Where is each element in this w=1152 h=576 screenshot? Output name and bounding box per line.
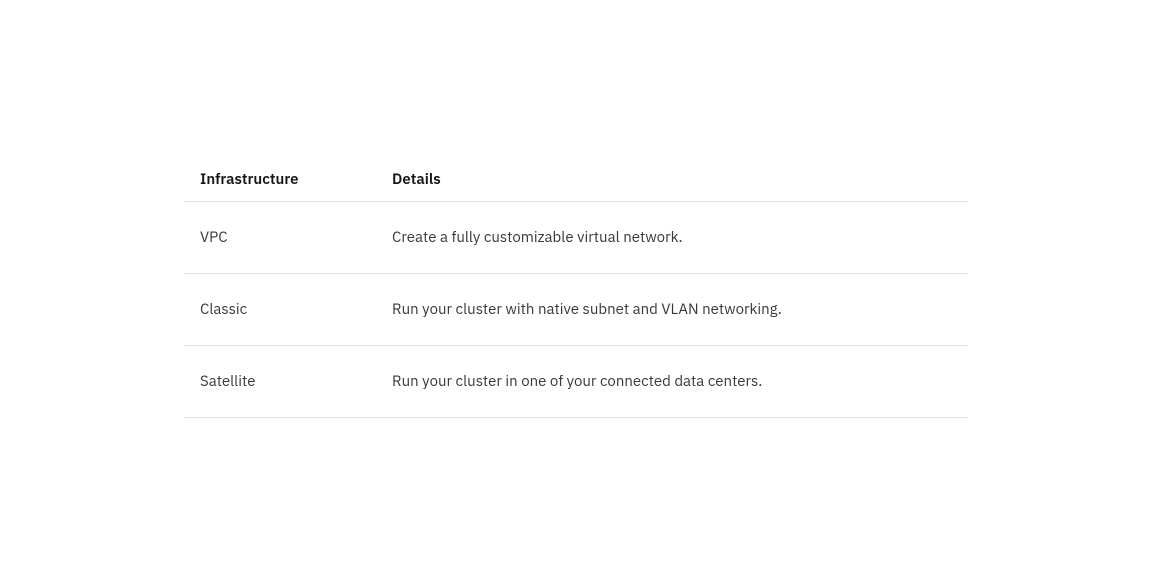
infrastructure-table: Infrastructure Details VPC Create a full… [184, 158, 968, 418]
infrastructure-table-container: Infrastructure Details VPC Create a full… [184, 158, 968, 418]
cell-infrastructure: VPC [184, 202, 376, 274]
table-row: Classic Run your cluster with native sub… [184, 274, 968, 346]
header-infrastructure: Infrastructure [184, 158, 376, 202]
cell-details: Create a fully customizable virtual netw… [376, 202, 968, 274]
table-header-row: Infrastructure Details [184, 158, 968, 202]
table-row: VPC Create a fully customizable virtual … [184, 202, 968, 274]
cell-infrastructure: Satellite [184, 346, 376, 418]
cell-infrastructure: Classic [184, 274, 376, 346]
cell-details: Run your cluster in one of your connecte… [376, 346, 968, 418]
header-details: Details [376, 158, 968, 202]
table-row: Satellite Run your cluster in one of you… [184, 346, 968, 418]
cell-details: Run your cluster with native subnet and … [376, 274, 968, 346]
